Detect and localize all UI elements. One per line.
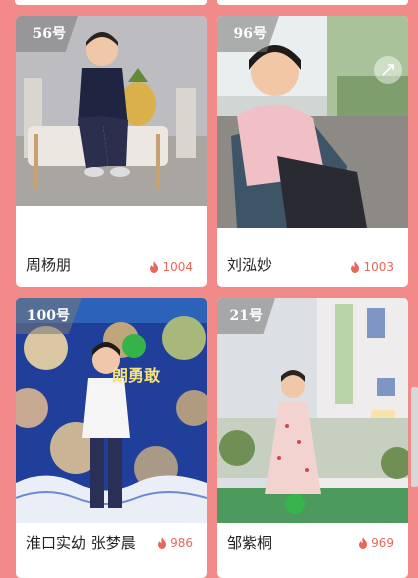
contestant-name: 邹紫桐 (227, 534, 273, 552)
contestant-name: 周杨朋 (26, 256, 72, 274)
contestant-card[interactable]: 96号 刘泓妙 1003 (217, 16, 408, 287)
contestant-card[interactable]: 56号 周杨朋 1004 (16, 16, 207, 287)
contestant-name: 刘泓妙 (227, 256, 273, 274)
vote-count[interactable]: 969 (358, 536, 394, 550)
flame-icon (158, 537, 167, 549)
card-stub-left (15, 0, 207, 5)
vote-count[interactable]: 986 (157, 536, 193, 550)
flame-icon (351, 261, 360, 273)
vote-count[interactable]: 1003 (350, 260, 394, 274)
vote-count-value: 986 (170, 536, 193, 550)
contestant-card[interactable]: 朗勇敢 100号 淮口实幼 张梦晨 986 (16, 298, 207, 578)
contestant-card[interactable]: 21号 邹紫桐 969 (217, 298, 408, 578)
contestant-photo: 朗勇敢 100号 (16, 298, 207, 523)
vote-count-value: 969 (371, 536, 394, 550)
photo-wall-text: 朗勇敢 (112, 366, 161, 385)
contestant-photo: 96号 (217, 16, 408, 228)
contestant-photo: 56号 (16, 16, 207, 206)
card-stub-right (217, 0, 408, 5)
vote-count-value: 1003 (363, 260, 394, 274)
vote-count-value: 1004 (162, 260, 193, 274)
contestant-name: 淮口实幼 张梦晨 (26, 534, 136, 552)
flame-icon (150, 261, 159, 273)
share-icon (382, 64, 394, 76)
contestant-photo: 21号 (217, 298, 408, 523)
flame-icon (359, 537, 368, 549)
scrollbar-thumb[interactable] (411, 387, 418, 487)
share-button[interactable] (374, 56, 402, 84)
vote-count[interactable]: 1004 (149, 260, 193, 274)
scrollbar[interactable] (411, 0, 418, 565)
